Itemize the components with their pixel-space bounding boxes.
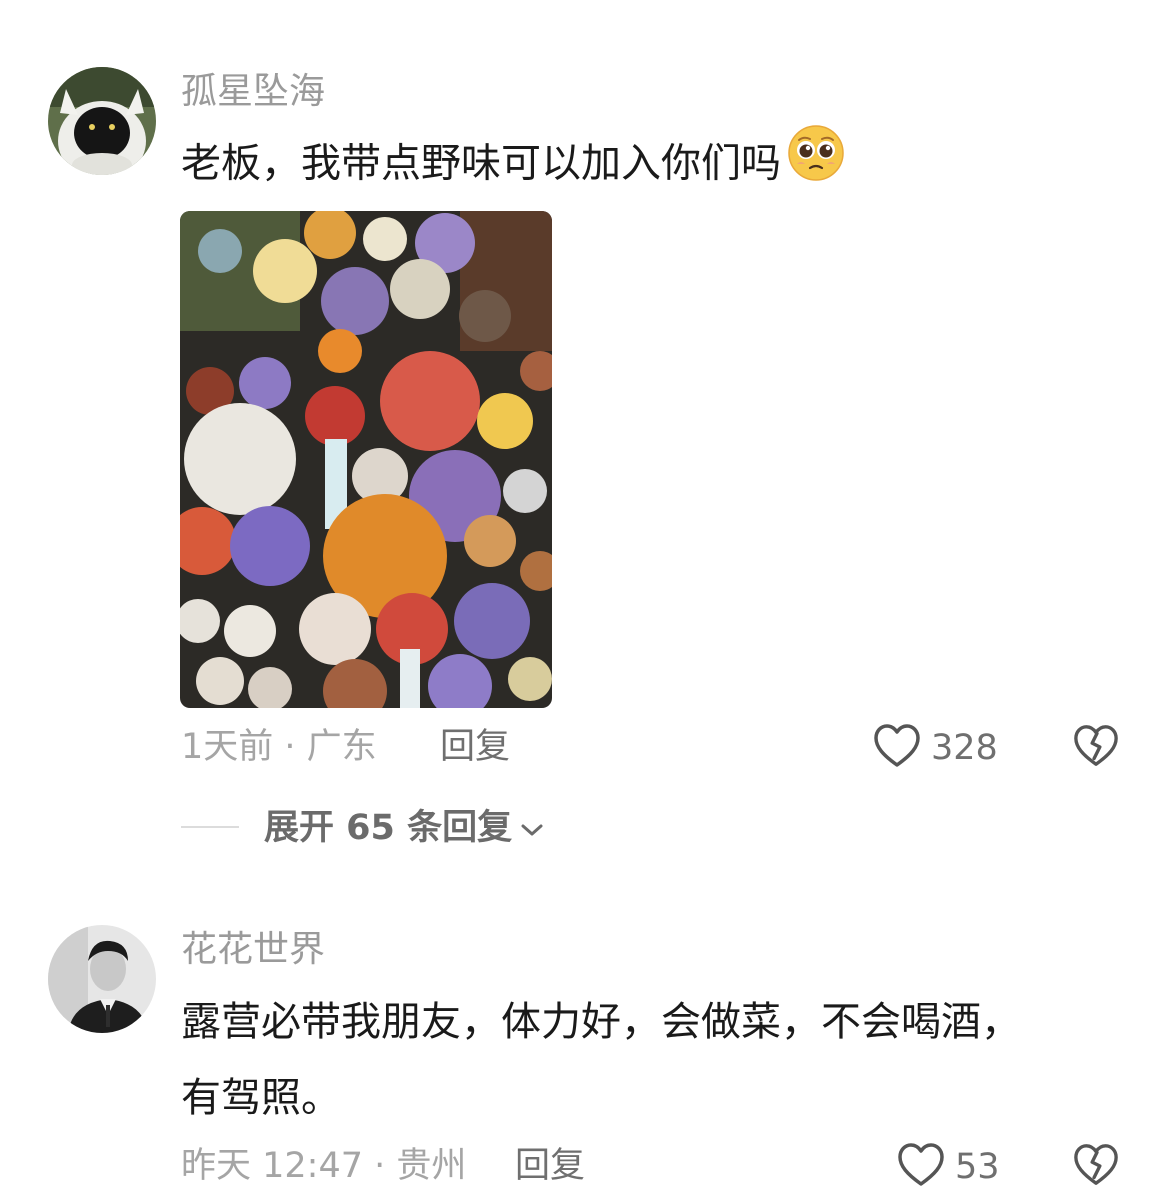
- mushroom-photo[interactable]: [180, 211, 552, 708]
- comment-body: 老板，我带点野味可以加入你们吗: [181, 124, 1101, 207]
- like-count: 328: [931, 728, 998, 768]
- reply-button[interactable]: 回复: [440, 725, 510, 769]
- comment-body: 露营必带我朋友，体力好，会做菜，不会喝酒， 有驾照。: [181, 984, 1101, 1136]
- expand-replies-button[interactable]: 展开 65 条回复: [264, 806, 544, 850]
- dislike-button[interactable]: [1073, 1142, 1119, 1192]
- expand-replies-label: 展开 65 条回复: [264, 808, 513, 848]
- cat-avatar-icon: [48, 67, 156, 175]
- username[interactable]: 孤星坠海: [181, 70, 325, 114]
- user-avatar[interactable]: [48, 925, 156, 1033]
- chevron-down-icon: [520, 806, 544, 850]
- reply-button[interactable]: 回复: [515, 1144, 585, 1188]
- pleading-face-icon: [787, 124, 845, 207]
- broken-heart-icon: [1073, 1144, 1119, 1192]
- comment-meta: 昨天 12:47 · 贵州: [181, 1146, 467, 1186]
- heart-icon: [873, 723, 921, 773]
- heart-icon: [897, 1142, 945, 1192]
- broken-heart-icon: [1073, 725, 1119, 773]
- like-button[interactable]: 53: [897, 1142, 1000, 1192]
- comment-text: 老板，我带点野味可以加入你们吗: [181, 140, 781, 187]
- expand-divider: [181, 826, 239, 828]
- user-avatar[interactable]: [48, 67, 156, 175]
- dislike-button[interactable]: [1073, 723, 1119, 773]
- comment-text-line-1: 露营必带我朋友，体力好，会做菜，不会喝酒，: [181, 999, 1021, 1045]
- username[interactable]: 花花世界: [181, 928, 325, 972]
- like-button[interactable]: 328: [873, 723, 998, 773]
- comment-meta: 1天前 · 广东: [181, 727, 377, 767]
- comment-text-line-2: 有驾照。: [181, 1075, 341, 1121]
- like-count: 53: [955, 1147, 1000, 1187]
- man-avatar-icon: [48, 925, 156, 1033]
